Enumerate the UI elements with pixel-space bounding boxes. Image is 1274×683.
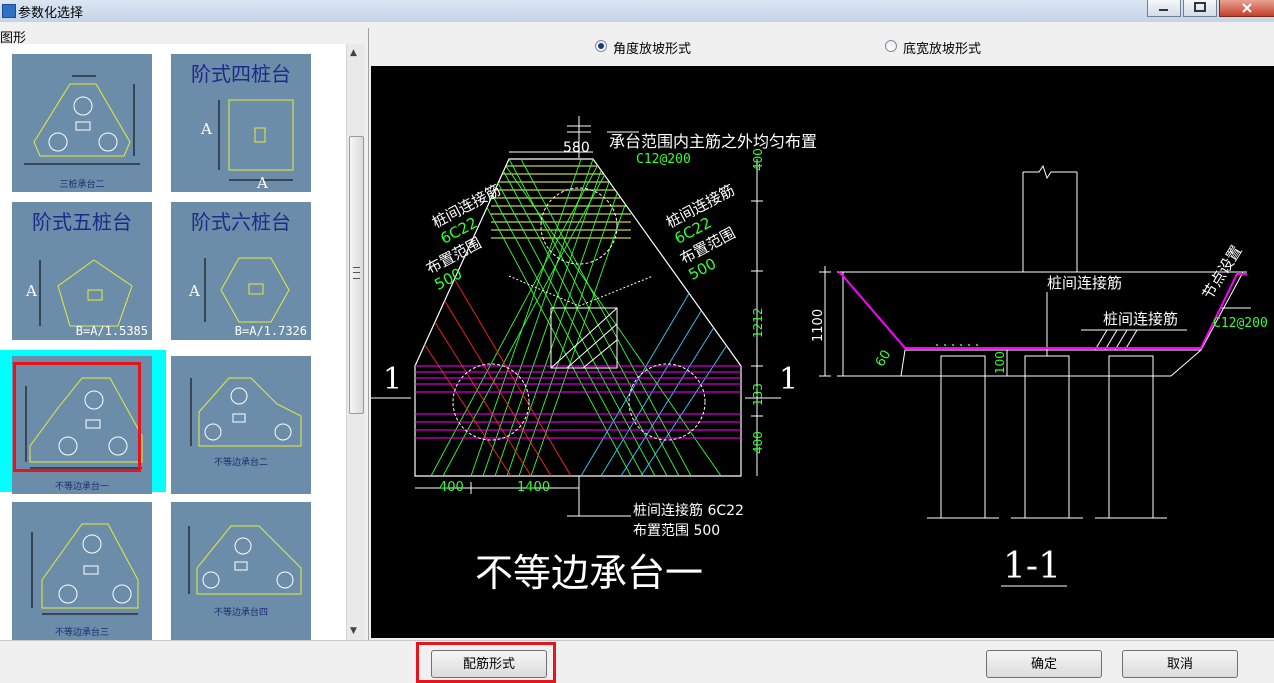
shape-item-three-pile-2[interactable]: 三桩承台二 [0,44,166,198]
shape-thumbnail: 不等边承台四 [171,502,311,640]
close-button[interactable] [1219,0,1274,17]
radio-checked-icon[interactable] [595,40,607,52]
five-pile-cap-drawing [39,259,133,327]
shape-thumbnail: 不等边承台三 [12,502,152,640]
shape-item-unequal-cap-3[interactable]: 不等边承台三 [0,492,166,640]
shape-list-scrollbar[interactable]: ▲ ▼ [346,44,365,640]
minimize-icon [1159,9,1168,11]
scroll-down-arrow-icon[interactable]: ▼ [350,626,357,636]
close-icon [1242,3,1252,13]
option-label: 底宽放坡形式 [903,42,982,57]
shape-list[interactable]: 三桩承台二 阶式四桩台 A A 阶式五桩台 A B=A/1.5385 阶式六桩台… [0,44,346,640]
minimize-button[interactable] [1147,0,1181,17]
section-rebar-label: C12@200 [1213,316,1268,331]
shape-thumbnail: 不等边承台二 [171,356,311,494]
drawing-canvas: 承台范围内主筋之外均匀布置 C12@200 580 桩间连接筋 6C22 布置范… [371,66,1274,638]
dimension-label-a-bottom: A [257,174,268,192]
section-title: 1-1 [1003,546,1061,587]
rebar-top: C12@200 [636,152,691,167]
section-height-dim: 1100 [811,308,826,342]
app-icon [2,4,16,18]
maximize-button[interactable] [1183,0,1217,17]
note-top: 承台范围内主筋之外均匀布置 [609,132,818,151]
section-tie-label-2: 桩间连接筋 [1103,310,1179,328]
dim-h4: 400 [751,431,765,454]
section-bottom-dim: 100 [993,351,1007,374]
cancel-button[interactable]: 取消 [1122,650,1238,678]
window-title: 参数化选择 [18,6,84,21]
dim-bottom-mid: 1400 [517,480,551,495]
shape-caption: 不等边承台四 [213,608,268,618]
shape-thumbnail: 阶式五桩台 A B=A/1.5385 [12,202,152,340]
shape-thumbnail: 三桩承台二 [12,54,152,192]
dim-top-width: 580 [563,140,590,156]
dimension-label-a: A [26,282,37,300]
section-tie-label: 桩间连接筋 [1047,274,1123,292]
shape-item-unequal-cap-4[interactable]: 不等边承台四 [159,492,335,640]
dim-h1: 400 [751,148,765,171]
button-bar: 配筋形式 确定 取消 [0,640,1274,683]
six-pile-cap-drawing [204,257,290,323]
shape-item-stepped-four-pile[interactable]: 阶式四桩台 A A [159,44,335,198]
scroll-thumb[interactable] [349,136,364,414]
selection-callout [13,362,141,472]
shape-item-stepped-six-pile[interactable]: 阶式六桩台 A B=A/1.7326 [159,192,335,346]
section-mark-right: 1 [779,362,799,397]
ratio-text: B=A/1.5385 [75,324,148,338]
shape-item-unequal-cap-2[interactable]: 不等边承台二 [159,350,335,494]
shape-caption: 不等边承台三 [54,628,109,638]
dim-h3: 133 [751,383,765,406]
four-pile-cap-drawing [218,99,294,181]
ratio-text: B=A/1.7326 [234,324,307,338]
button-callout [416,642,556,683]
panel-separator [368,28,369,640]
bottom-tie-label-2: 布置范围 500 [633,523,721,539]
option-label: 角度放坡形式 [613,42,692,57]
bottom-tie-label-1: 桩间连接筋 6C22 [633,503,744,519]
dim-h2: 1212 [751,307,765,338]
maximize-icon [1194,2,1206,12]
shape-item-stepped-five-pile[interactable]: 阶式五桩台 A B=A/1.5385 [0,192,166,346]
ok-button[interactable]: 确定 [986,650,1102,678]
shape-thumbnail: 阶式四桩台 A A [171,54,311,192]
dim-bottom-left: 400 [439,480,464,495]
dimension-label-a: A [201,120,212,138]
unequal-cap-4-drawing [188,525,302,595]
plan-title: 不等边承台一 [475,551,704,595]
grip-icon [353,267,360,279]
radio-unchecked-icon[interactable] [885,40,897,52]
scroll-up-arrow-icon[interactable]: ▲ [350,48,357,58]
shape-thumbnail: 阶式六桩台 A B=A/1.7326 [171,202,311,340]
shape-caption: 不等边承台二 [213,458,268,468]
three-pile-cap-drawing [24,75,140,165]
shape-caption: 三桩承台二 [59,180,105,190]
section-drawing [819,164,1251,587]
unequal-cap-3-drawing [31,523,139,615]
unequal-cap-2-drawing [190,377,302,447]
title-bar: 参数化选择 [0,0,1274,22]
dimension-label-a: A [189,282,200,300]
shape-caption: 不等边承台一 [54,482,109,492]
section-mark-left: 1 [383,362,403,397]
